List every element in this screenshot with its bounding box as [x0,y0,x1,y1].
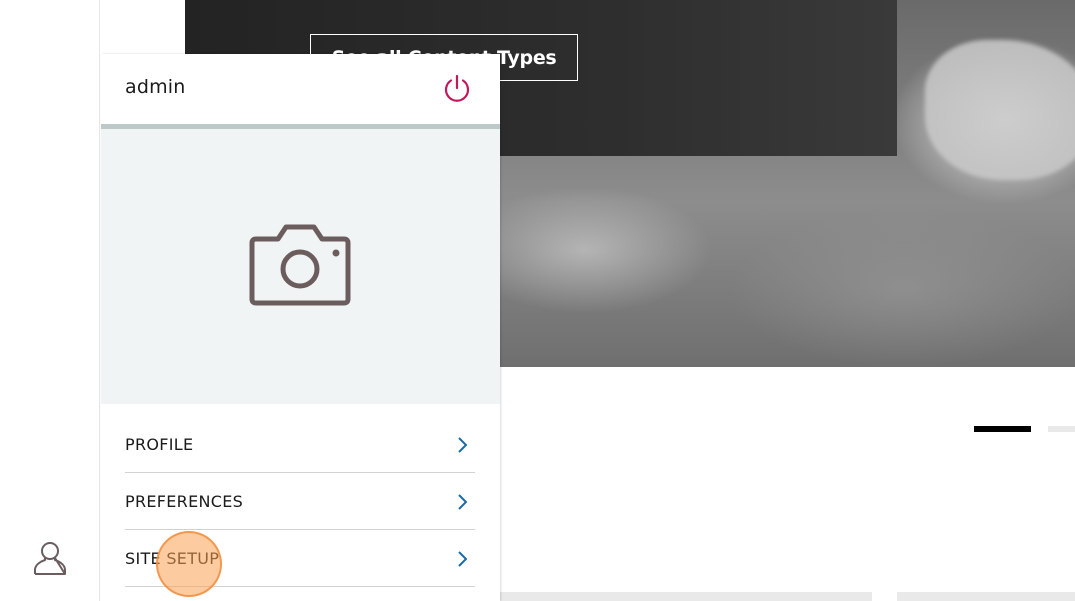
user-menu-list: PROFILE PREFERENCES SITE SETUP [125,416,475,587]
user-menu-panel: admin PROFILE PREFERENCES SITE SETUP [101,54,500,601]
camera-icon [249,224,351,306]
power-icon[interactable] [442,73,472,103]
menu-item-site-setup[interactable]: SITE SETUP [125,530,475,587]
chevron-right-icon [458,551,467,567]
menu-item-profile[interactable]: PROFILE [125,416,475,473]
chevron-right-icon [458,494,467,510]
username: admin [125,76,186,98]
menu-item-label: SITE SETUP [125,548,220,568]
menu-item-preferences[interactable]: PREFERENCES [125,473,475,530]
user-menu-header: admin [101,54,500,129]
card-top-edge [897,592,1075,601]
card-top-edge [500,592,872,601]
avatar-placeholder[interactable] [101,129,500,404]
user-icon[interactable] [33,540,67,576]
carousel-indicator[interactable] [1048,426,1075,432]
chevron-right-icon [458,437,467,453]
hero-image-highlight [925,40,1075,180]
carousel-indicator-active[interactable] [974,426,1031,432]
menu-item-label: PREFERENCES [125,491,244,511]
toolbar [0,0,100,601]
menu-item-label: PROFILE [125,434,194,454]
